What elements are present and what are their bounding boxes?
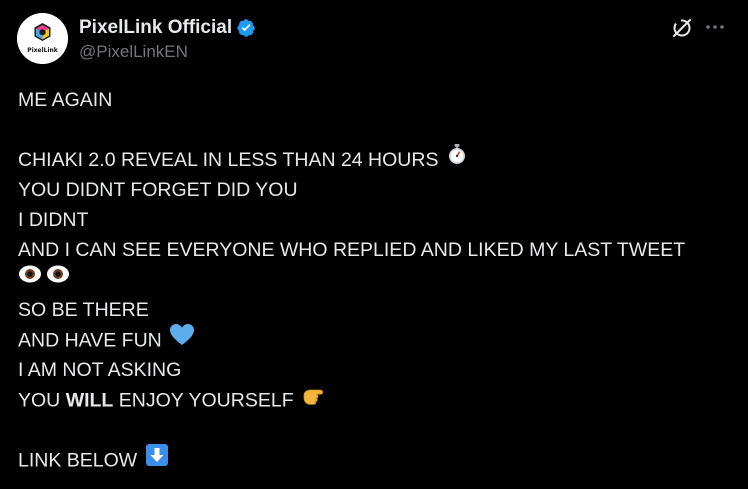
grok-icon[interactable] [671, 17, 693, 39]
tweet-line-text: ME AGAIN [18, 89, 113, 111]
tweet-line: YOU DIDNT FORGET DID YOU [18, 175, 733, 205]
more-options-icon[interactable] [704, 16, 726, 38]
tweet-line-text: ENJOY YOURSELF [118, 389, 294, 412]
display-name[interactable]: PixelLink Official [79, 17, 232, 39]
verified-badge-icon[interactable] [236, 18, 256, 38]
tweet-line-text: CHIAKI 2.0 REVEAL IN LESS THAN 24 HOURS [18, 149, 439, 171]
down-arrow-emoji-icon [145, 443, 169, 476]
tweet-line: SO BE THERE [18, 295, 733, 325]
tweet-line [18, 265, 733, 295]
tweet-line-text: YOU DIDNT FORGET DID YOU [18, 179, 298, 201]
tweet-line: I AM NOT ASKING [18, 355, 733, 385]
tweet-line-text: I AM NOT ASKING [18, 359, 182, 381]
blue-heart-emoji-icon [169, 323, 195, 356]
emphasis-text: WILL [65, 389, 114, 412]
tweet-line-text: I DIDNT [18, 209, 89, 231]
tweet-line: LINK BELOW [18, 443, 733, 476]
handle[interactable]: @PixelLinkEN [79, 42, 188, 62]
pixellink-logo-icon [17, 13, 68, 64]
tweet-line: AND HAVE FUN [18, 323, 733, 356]
tweet-line-text: LINK BELOW [18, 449, 138, 472]
tweet-container: PixelLink PixelLink Official @PixelLinkE… [0, 0, 748, 489]
pointing-hand-emoji-icon [301, 383, 325, 416]
tweet-line: YOU WILL ENJOY YOURSELF [18, 385, 733, 415]
tweet-line: CHIAKI 2.0 REVEAL IN LESS THAN 24 HOURS [18, 143, 733, 175]
tweet-line: ME AGAIN [18, 85, 733, 115]
tweet-line-text: YOU [18, 389, 61, 412]
tweet-line-text: AND HAVE FUN [18, 329, 162, 352]
eyes-emoji-icon [18, 263, 72, 294]
tweet-line: I DIDNT [18, 205, 733, 235]
avatar[interactable]: PixelLink [17, 13, 68, 64]
stopwatch-emoji-icon [446, 143, 468, 174]
tweet-line: AND I CAN SEE EVERYONE WHO REPLIED AND L… [18, 235, 733, 265]
avatar-label: PixelLink [27, 47, 58, 54]
tweet-text: ME AGAIN CHIAKI 2.0 REVEAL IN LESS THAN … [18, 85, 733, 475]
tweet-line-text: AND I CAN SEE EVERYONE WHO REPLIED AND L… [18, 239, 686, 261]
author-name-row: PixelLink Official [79, 15, 256, 41]
tweet-line-text: SO BE THERE [18, 299, 149, 321]
